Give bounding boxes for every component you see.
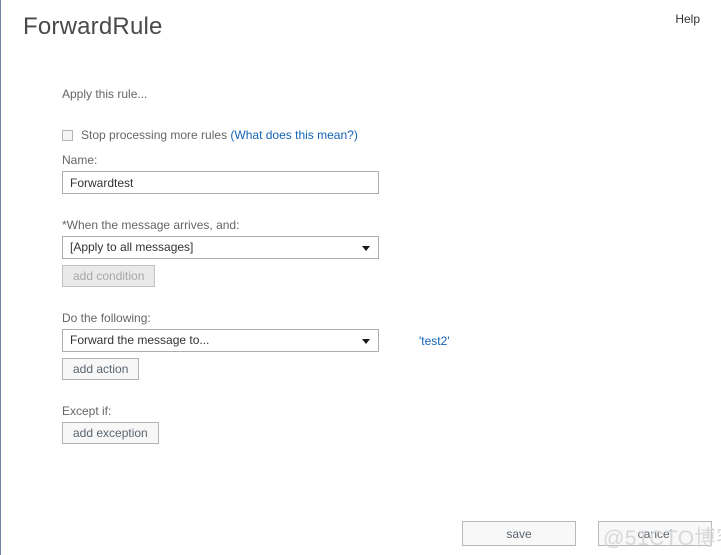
rule-name-input[interactable] xyxy=(62,171,379,194)
spacer-after-action-select xyxy=(62,352,622,358)
action-select-value: Forward the message to... xyxy=(70,333,210,347)
condition-select[interactable]: [Apply to all messages] xyxy=(62,236,379,259)
condition-select-value: [Apply to all messages] xyxy=(70,240,194,254)
action-field-label: Do the following: xyxy=(62,311,151,325)
what-does-this-mean-link[interactable]: (What does this mean?) xyxy=(230,128,357,142)
stop-processing-checkbox[interactable] xyxy=(62,130,73,141)
stop-processing-row[interactable]: Stop processing more rules (What does th… xyxy=(62,128,622,144)
condition-field-label: *When the message arrives, and: xyxy=(62,218,240,232)
add-exception-button[interactable]: add exception xyxy=(62,422,159,444)
stop-processing-label: Stop processing more rules (What does th… xyxy=(81,128,358,143)
rule-form: Apply this rule... Stop processing more … xyxy=(62,86,622,444)
rule-editor-page: ForwardRule Help Apply this rule... Stop… xyxy=(0,0,721,555)
footer-buttons: save cancel xyxy=(462,521,712,546)
exception-field-label: Except if: xyxy=(62,404,112,418)
apply-this-rule-label: Apply this rule... xyxy=(62,87,148,101)
chevron-down-icon xyxy=(362,339,370,344)
help-link[interactable]: Help xyxy=(675,12,700,26)
action-row: Forward the message to... 'test2' xyxy=(62,329,622,352)
action-select[interactable]: Forward the message to... xyxy=(62,329,379,352)
name-field-label: Name: xyxy=(62,153,98,167)
page-title: ForwardRule xyxy=(23,13,163,40)
chevron-down-icon xyxy=(362,246,370,251)
spacer-after-condition xyxy=(62,287,622,311)
cancel-button[interactable]: cancel xyxy=(598,521,712,546)
stop-processing-text: Stop processing more rules xyxy=(81,128,228,142)
save-button[interactable]: save xyxy=(462,521,576,546)
add-action-button[interactable]: add action xyxy=(62,358,140,380)
spacer-after-name xyxy=(62,194,622,218)
action-target-link[interactable]: 'test2' xyxy=(419,334,450,348)
spacer-after-action xyxy=(62,380,622,404)
add-condition-button[interactable]: add condition xyxy=(62,265,156,287)
